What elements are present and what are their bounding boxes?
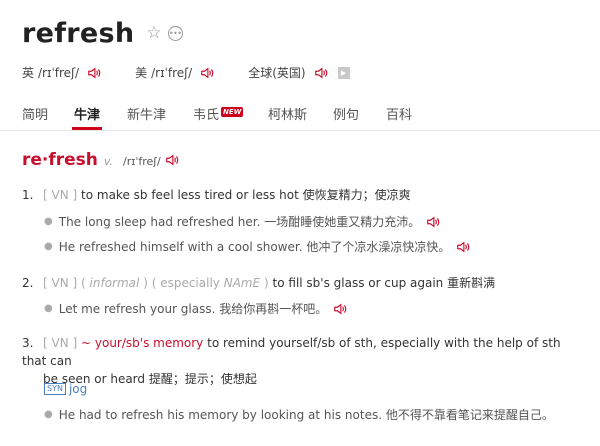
synonym-row: SYN jog xyxy=(44,382,87,396)
definition-zh: 重新斟满 xyxy=(447,276,496,290)
example-1-1: ● The long sleep had refreshed her. 一场酣睡… xyxy=(44,213,440,230)
tab-new-oxford[interactable]: 新牛津 xyxy=(127,104,166,123)
example-1-2: ● He refreshed himself with a cool showe… xyxy=(44,238,470,255)
pron-us-ipa: /rɪˈfreʃ/ xyxy=(151,65,193,80)
tab-encyclopedia[interactable]: 百科 xyxy=(386,104,412,123)
synonym-label: SYN xyxy=(44,383,66,395)
sense-number: 1. xyxy=(22,188,34,202)
pron-global-region: 全球(英国) xyxy=(248,66,306,80)
sense-2: 2.[ VN ] ( informal ) ( especially NAmE … xyxy=(22,274,495,292)
example-text: He refreshed himself with a cool shower.… xyxy=(58,240,451,254)
entry-head: re·fresh v. /rɪˈfreʃ/ xyxy=(22,150,179,170)
speaker-icon[interactable] xyxy=(333,302,347,316)
region-label: NAmE xyxy=(223,276,261,290)
tab-concise[interactable]: 简明 xyxy=(22,104,48,123)
speaker-icon[interactable] xyxy=(200,66,214,80)
definition-zh: 提醒；提示；使想起 xyxy=(148,372,257,386)
speaker-icon[interactable] xyxy=(87,66,101,80)
register-label: informal xyxy=(89,276,140,290)
pron-global: 全球(英国) xyxy=(248,64,327,81)
play-video-icon[interactable]: ▶ xyxy=(337,66,350,79)
active-tab-underline xyxy=(72,127,102,130)
usage-pattern: ~ your/sb's memory xyxy=(81,336,204,350)
sense-1: 1. [ VN ] to make sb feel less tired or l… xyxy=(22,186,411,204)
headword-row: refresh ☆ ••• xyxy=(22,18,183,49)
star-outline-icon[interactable]: ☆ xyxy=(146,25,161,42)
example-2-1: ● Let me refresh your glass. 我给你再斟一杯吧。 xyxy=(44,300,347,317)
entry-word: re·fresh xyxy=(22,150,98,170)
especially-open: ( especially xyxy=(151,276,220,290)
register-close: ) xyxy=(143,276,148,290)
speaker-icon[interactable] xyxy=(314,66,328,80)
example-text: Let me refresh your glass. 我给你再斟一杯吧。 xyxy=(58,302,328,316)
register-open: ( xyxy=(81,276,86,290)
pron-us: 美 /rɪˈfreʃ/ xyxy=(135,64,214,81)
headword: refresh xyxy=(22,18,135,49)
pron-us-region: 美 xyxy=(135,66,148,80)
definition-zh: 使恢复精力；使凉爽 xyxy=(302,188,411,202)
speaker-icon[interactable] xyxy=(456,240,470,254)
tab-webster[interactable]: 韦氏 NEW xyxy=(193,104,244,123)
pronunciation-row: 英 /rɪˈfreʃ/ 美 /rɪˈfreʃ/ 全球(英国) ▶ xyxy=(22,64,350,81)
example-3-1: ● He had to refresh his memory by lookin… xyxy=(44,408,554,422)
example-text: The long sleep had refreshed her. 一场酣睡使她… xyxy=(58,215,421,229)
example-text: He had to refresh his memory by looking … xyxy=(58,408,554,422)
especially-close: ) xyxy=(264,276,269,290)
synonym-link[interactable]: jog xyxy=(69,382,87,396)
sense-3: 3.[ VN ] ~ your/sb's memory to remind yo… xyxy=(22,334,582,388)
grammar-code: [ VN ] xyxy=(43,336,78,350)
pron-uk-region: 英 xyxy=(22,66,35,80)
dictionary-tabs: 简明 牛津 新牛津 韦氏 NEW 柯林斯 例句 百科 xyxy=(0,100,600,131)
speaker-icon[interactable] xyxy=(165,153,179,167)
speaker-icon[interactable] xyxy=(426,215,440,229)
new-badge: NEW xyxy=(221,107,244,117)
tab-examples[interactable]: 例句 xyxy=(333,104,359,123)
entry-ipa: /rɪˈfreʃ/ xyxy=(123,155,161,168)
pron-uk-ipa: /rɪˈfreʃ/ xyxy=(38,65,80,80)
part-of-speech: v. xyxy=(103,155,114,168)
more-options-icon[interactable]: ••• xyxy=(167,26,183,41)
sense-number: 2. xyxy=(22,276,34,290)
pron-uk: 英 /rɪˈfreʃ/ xyxy=(22,64,101,81)
tab-collins[interactable]: 柯林斯 xyxy=(268,104,307,123)
definition: to fill sb's glass or cup again xyxy=(272,276,444,290)
grammar-code: [ VN ] xyxy=(43,188,78,202)
tab-oxford[interactable]: 牛津 xyxy=(74,104,100,123)
grammar-code: [ VN ] xyxy=(43,276,78,290)
tab-webster-label: 韦氏 xyxy=(193,108,220,123)
definition: to make sb feel less tired or less hot xyxy=(81,188,299,202)
sense-number: 3. xyxy=(22,336,34,350)
